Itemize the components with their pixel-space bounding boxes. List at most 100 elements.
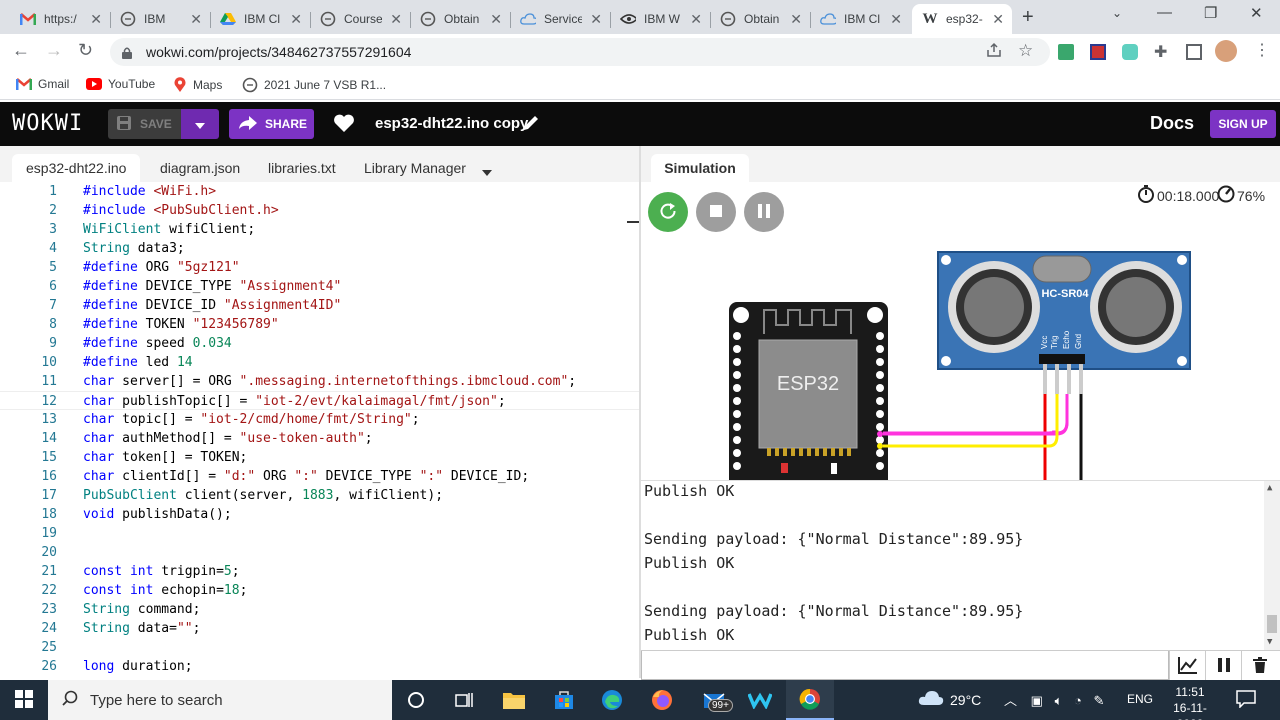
browser-tab[interactable]: IBM ✕ <box>110 4 211 34</box>
tab-menu-chevron-icon[interactable] <box>482 164 492 179</box>
browser-tab-active[interactable]: W esp32- ✕ <box>912 4 1012 34</box>
puzzle-icon[interactable]: ✚ <box>1154 42 1170 61</box>
browser-tab[interactable]: Service ✕ <box>510 4 611 34</box>
plotter-button[interactable] <box>1169 651 1205 681</box>
scroll-down-icon[interactable]: ▼ <box>1267 637 1272 647</box>
code-line[interactable]: 2 #include <PubSubClient.h> <box>0 201 640 220</box>
extension-icon[interactable] <box>1122 44 1138 60</box>
share-button[interactable]: SHARE <box>229 109 314 139</box>
bookmark-maps[interactable]: Maps <box>173 77 222 93</box>
restore-icon[interactable]: ❐ <box>1204 4 1217 22</box>
browser-tab[interactable]: IBM Cl ✕ <box>210 4 311 34</box>
sign-up-button[interactable]: SIGN UP <box>1210 110 1276 138</box>
scroll-thumb[interactable] <box>1267 615 1277 633</box>
tab-library-manager[interactable]: Library Manager <box>350 154 480 182</box>
tab-libraries[interactable]: libraries.txt <box>254 154 350 182</box>
code-line[interactable]: 24 String data=""; <box>0 619 640 638</box>
close-tab-icon[interactable]: ✕ <box>590 11 602 28</box>
tab-search-icon[interactable]: ⌄ <box>1112 6 1122 20</box>
avatar[interactable] <box>1215 40 1237 62</box>
webex-icon[interactable] <box>736 680 784 720</box>
heart-icon[interactable] <box>333 113 355 136</box>
code-line[interactable]: 17 PubSubClient client(server, 1883, wifi… <box>0 486 640 505</box>
code-line[interactable]: 18 void publishData(); <box>0 505 640 524</box>
hc-sr04-sensor[interactable]: HC-SR04 Vcc Trig Echo Gnd <box>937 251 1191 394</box>
code-line[interactable]: 4 String data3; <box>0 239 640 258</box>
serial-input[interactable] <box>641 651 1169 680</box>
code-line[interactable]: 9 #define speed 0.034 <box>0 334 640 353</box>
store-icon[interactable] <box>540 680 588 720</box>
mail-icon[interactable]: 99+ <box>690 680 738 720</box>
back-icon[interactable]: ← <box>12 40 30 61</box>
forward-icon[interactable]: → <box>45 40 63 61</box>
edge-icon[interactable] <box>588 680 636 720</box>
firefox-icon[interactable] <box>638 680 686 720</box>
clock[interactable]: 11:51 16-11-2022 <box>1160 684 1220 720</box>
pencil-icon[interactable] <box>522 114 540 135</box>
close-tab-icon[interactable]: ✕ <box>490 11 502 28</box>
system-tray[interactable]: ︿ ▣ 🔈︎ ◔ ✎ <box>1004 690 1104 709</box>
language-indicator[interactable]: ENG <box>1127 692 1153 706</box>
browser-tab[interactable]: Obtain ✕ <box>410 4 511 34</box>
minimize-icon[interactable]: — <box>1157 4 1172 21</box>
task-view-icon[interactable] <box>440 680 488 720</box>
code-line[interactable]: 22 const int echopin=18; <box>0 581 640 600</box>
close-tab-icon[interactable]: ✕ <box>790 11 802 28</box>
reload-icon[interactable]: ↻ <box>78 40 93 61</box>
save-dropdown-button[interactable] <box>181 109 219 139</box>
extension-icon[interactable] <box>1058 44 1074 60</box>
code-line[interactable]: 25 <box>0 638 640 657</box>
address-bar[interactable]: wokwi.com/projects/348462737557291604 <box>110 38 1050 66</box>
cortana-icon[interactable] <box>392 680 440 720</box>
code-line[interactable]: 10 #define led 14 <box>0 353 640 372</box>
simulation-canvas[interactable]: 00:18.000 76% ESP32 HC-SR04 Vcc Trig Ech… <box>641 182 1280 480</box>
tab-simulation[interactable]: Simulation <box>651 154 749 182</box>
code-line[interactable]: 16 char clientId[] = "d:" ORG ":" DEVICE_… <box>0 467 640 486</box>
close-tab-icon[interactable]: ✕ <box>992 11 1004 28</box>
taskbar-search[interactable]: Type here to search <box>48 680 392 720</box>
chrome-icon[interactable] <box>786 680 834 720</box>
code-line[interactable]: 20 <box>0 543 640 562</box>
bookmark-vsb[interactable]: 2021 June 7 VSB R1... <box>242 77 386 93</box>
close-tab-icon[interactable]: ✕ <box>690 11 702 28</box>
bookmark-gmail[interactable]: Gmail <box>16 77 69 91</box>
close-tab-icon[interactable]: ✕ <box>890 11 902 28</box>
extension-icon[interactable] <box>1090 44 1106 60</box>
code-line[interactable]: 5 #define ORG "5gz121" <box>0 258 640 277</box>
start-button[interactable] <box>0 680 48 720</box>
weather-widget[interactable]: 29°C <box>918 690 981 709</box>
close-tab-icon[interactable]: ✕ <box>190 11 202 28</box>
browser-tab[interactable]: IBM Cl ✕ <box>810 4 910 34</box>
code-line[interactable]: 8 #define TOKEN "123456789" <box>0 315 640 334</box>
file-explorer-icon[interactable] <box>490 680 538 720</box>
side-panel-icon[interactable] <box>1186 44 1202 60</box>
serial-monitor[interactable]: Publish OK Sending payload: {"Normal Dist… <box>641 480 1280 650</box>
new-tab-icon[interactable]: + <box>1022 6 1034 29</box>
tab-diagram[interactable]: diagram.json <box>146 154 254 182</box>
code-line[interactable]: 21 const int trigpin=5; <box>0 562 640 581</box>
code-line[interactable]: 1 #include <WiFi.h> <box>0 182 640 201</box>
code-line[interactable]: 7 #define DEVICE_ID "Assignment4ID" <box>0 296 640 315</box>
close-window-icon[interactable]: ✕ <box>1250 4 1263 22</box>
code-line[interactable]: 11 char server[] = ORG ".messaging.intern… <box>0 372 640 391</box>
code-line[interactable]: 13 char topic[] = "iot-2/cmd/home/fmt/Str… <box>0 410 640 429</box>
code-editor[interactable]: 1 #include <WiFi.h> 2 #include <PubSubClien… <box>0 182 640 678</box>
code-line[interactable]: 6 #define DEVICE_TYPE "Assignment4" <box>0 277 640 296</box>
wokwi-logo[interactable]: WOKWI <box>12 111 83 136</box>
close-tab-icon[interactable]: ✕ <box>390 11 402 28</box>
esp32-board[interactable]: ESP32 <box>729 302 888 480</box>
clear-serial-button[interactable] <box>1241 651 1277 681</box>
bookmark-star-icon[interactable]: ☆ <box>1018 41 1034 60</box>
bookmark-youtube[interactable]: YouTube <box>86 77 155 91</box>
code-line[interactable]: 3 WiFiClient wifiClient; <box>0 220 640 239</box>
browser-tab[interactable]: Obtain ✕ <box>710 4 811 34</box>
project-name[interactable]: esp32-dht22.ino copy <box>375 115 528 132</box>
code-line[interactable]: 14 char authMethod[] = "use-token-auth"; <box>0 429 640 448</box>
code-line[interactable]: 15 char token[] = TOKEN; <box>0 448 640 467</box>
menu-kebab-icon[interactable]: ⋮ <box>1254 40 1270 59</box>
browser-tab[interactable]: IBM W ✕ <box>610 4 711 34</box>
notification-icon[interactable] <box>1236 690 1256 711</box>
browser-tab[interactable]: https:/ ✕ <box>10 4 111 34</box>
serial-pause-button[interactable] <box>1205 651 1241 681</box>
scroll-up-icon[interactable]: ▲ <box>1267 483 1272 493</box>
